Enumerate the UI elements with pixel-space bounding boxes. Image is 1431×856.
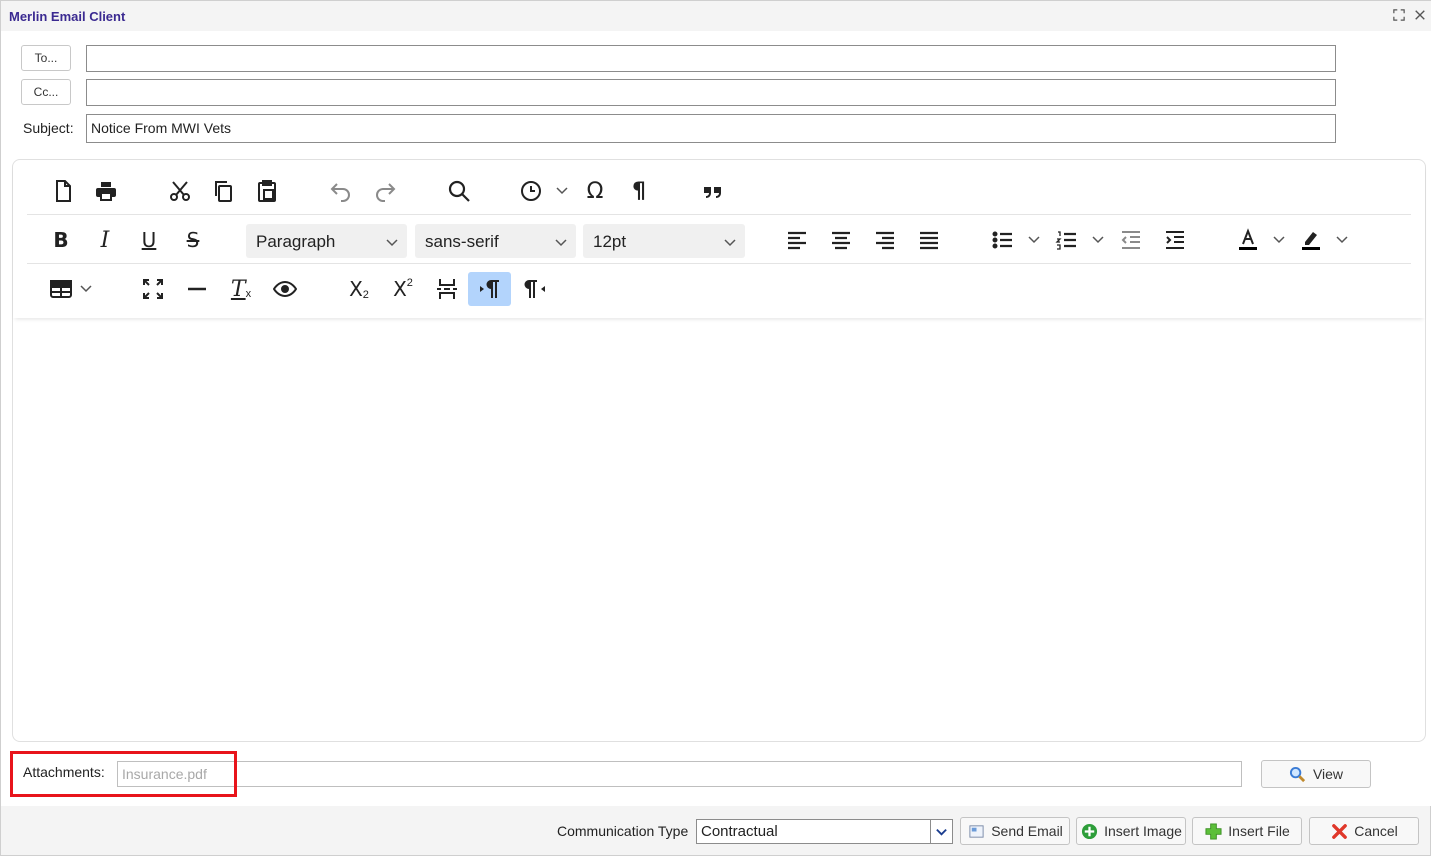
align-right-icon[interactable] <box>869 224 901 256</box>
copy-icon[interactable] <box>207 175 239 207</box>
editor-toolbar: Ω ¶ B I U S Paragraph sans-serif 12pt T … <box>13 160 1425 318</box>
send-email-label: Send Email <box>991 823 1063 839</box>
cut-icon[interactable] <box>164 175 196 207</box>
outdent-icon[interactable] <box>1115 224 1147 256</box>
view-button-label: View <box>1312 766 1344 782</box>
communication-type-label: Communication Type <box>557 823 689 839</box>
paste-icon[interactable] <box>251 175 283 207</box>
clock-icon[interactable] <box>515 175 547 207</box>
toolbar-row-1: Ω ¶ <box>27 166 1411 215</box>
expand-icon[interactable] <box>1392 9 1406 23</box>
toolbar-row-2: B I U S Paragraph sans-serif 12pt <box>27 215 1411 264</box>
cc-input[interactable] <box>86 79 1336 106</box>
font-family-select[interactable]: sans-serif <box>415 224 576 258</box>
horizontal-rule-icon[interactable] <box>181 273 213 305</box>
chevron-down-icon <box>723 234 737 248</box>
cancel-label: Cancel <box>1354 823 1398 839</box>
redo-icon[interactable] <box>369 175 401 207</box>
view-button[interactable]: View <box>1261 760 1371 788</box>
subscript-icon[interactable]: X2 <box>343 273 375 305</box>
rich-text-editor[interactable]: Ω ¶ B I U S Paragraph sans-serif 12pt T … <box>12 159 1426 742</box>
send-email-icon <box>967 822 985 840</box>
indent-icon[interactable] <box>1159 224 1191 256</box>
attachments-field[interactable]: Insurance.pdf <box>117 761 1242 787</box>
search-icon[interactable] <box>443 175 475 207</box>
underline-icon[interactable]: U <box>133 224 165 256</box>
chevron-down-icon[interactable] <box>1272 232 1286 246</box>
pilcrow-icon[interactable]: ¶ <box>623 175 655 207</box>
block-format-value: Paragraph <box>256 232 336 251</box>
subject-input[interactable]: Notice From MWI Vets <box>86 114 1336 143</box>
blockquote-icon[interactable] <box>697 175 729 207</box>
chevron-down-icon[interactable] <box>79 281 93 295</box>
font-size-select[interactable]: 12pt <box>583 224 745 258</box>
font-size-value: 12pt <box>593 232 627 251</box>
clear-format-icon[interactable]: Tx <box>225 273 257 305</box>
to-input[interactable] <box>86 45 1336 72</box>
chevron-down-icon <box>385 234 399 248</box>
chevron-down-icon[interactable] <box>555 183 569 197</box>
superscript-icon[interactable]: X2 <box>387 273 419 305</box>
justify-icon[interactable] <box>913 224 945 256</box>
highlight-icon[interactable] <box>1295 224 1327 256</box>
to-button-label: To... <box>34 51 58 65</box>
chevron-down-icon[interactable] <box>930 820 952 843</box>
ltr-icon[interactable] <box>468 272 511 306</box>
align-center-icon[interactable] <box>825 224 857 256</box>
block-format-select[interactable]: Paragraph <box>246 224 407 258</box>
align-left-icon[interactable] <box>781 224 813 256</box>
insert-image-label: Insert Image <box>1104 823 1182 839</box>
insert-file-label: Insert File <box>1228 823 1290 839</box>
omega-icon[interactable]: Ω <box>579 175 611 207</box>
font-family-value: sans-serif <box>425 232 499 251</box>
close-icon[interactable] <box>1413 9 1427 23</box>
communication-type-select[interactable]: Contractual <box>696 819 953 844</box>
toolbar-row-3: Tx X2 X2 <box>27 264 1411 313</box>
title-bar: Merlin Email Client <box>1 1 1431 31</box>
to-button[interactable]: To... <box>21 45 71 71</box>
insert-image-button[interactable]: Insert Image <box>1076 817 1186 845</box>
subject-label: Subject: <box>23 120 74 136</box>
new-document-icon[interactable] <box>47 175 79 207</box>
magnifier-icon <box>1289 765 1307 783</box>
chevron-down-icon[interactable] <box>1335 232 1349 246</box>
numbered-list-icon[interactable] <box>1051 224 1083 256</box>
bullet-list-icon[interactable] <box>987 224 1019 256</box>
table-icon[interactable] <box>45 273 77 305</box>
window-title: Merlin Email Client <box>9 9 126 24</box>
send-email-button[interactable]: Send Email <box>960 817 1070 845</box>
plus-circle-icon <box>1080 822 1098 840</box>
communication-type-value: Contractual <box>701 823 778 840</box>
plus-icon <box>1204 822 1222 840</box>
chevron-down-icon[interactable] <box>1027 232 1041 246</box>
cc-button-label: Cc... <box>33 85 59 99</box>
italic-icon[interactable]: I <box>89 224 121 256</box>
insert-file-button[interactable]: Insert File <box>1192 817 1302 845</box>
strikethrough-icon[interactable]: S <box>177 224 209 256</box>
chevron-down-icon[interactable] <box>1091 232 1105 246</box>
red-x-icon <box>1330 822 1348 840</box>
preview-icon[interactable] <box>269 273 301 305</box>
cancel-button[interactable]: Cancel <box>1309 817 1419 845</box>
email-client-window: Merlin Email Client To... Cc... Subject:… <box>0 0 1431 856</box>
cc-button[interactable]: Cc... <box>21 79 71 105</box>
page-break-icon[interactable] <box>431 273 463 305</box>
rtl-icon[interactable] <box>519 273 551 305</box>
chevron-down-icon <box>554 234 568 248</box>
text-color-icon[interactable] <box>1232 224 1264 256</box>
undo-icon[interactable] <box>325 175 357 207</box>
fullscreen-icon[interactable] <box>137 273 169 305</box>
attachments-highlight-box <box>10 751 237 797</box>
print-icon[interactable] <box>90 175 122 207</box>
bold-icon[interactable]: B <box>45 224 77 256</box>
